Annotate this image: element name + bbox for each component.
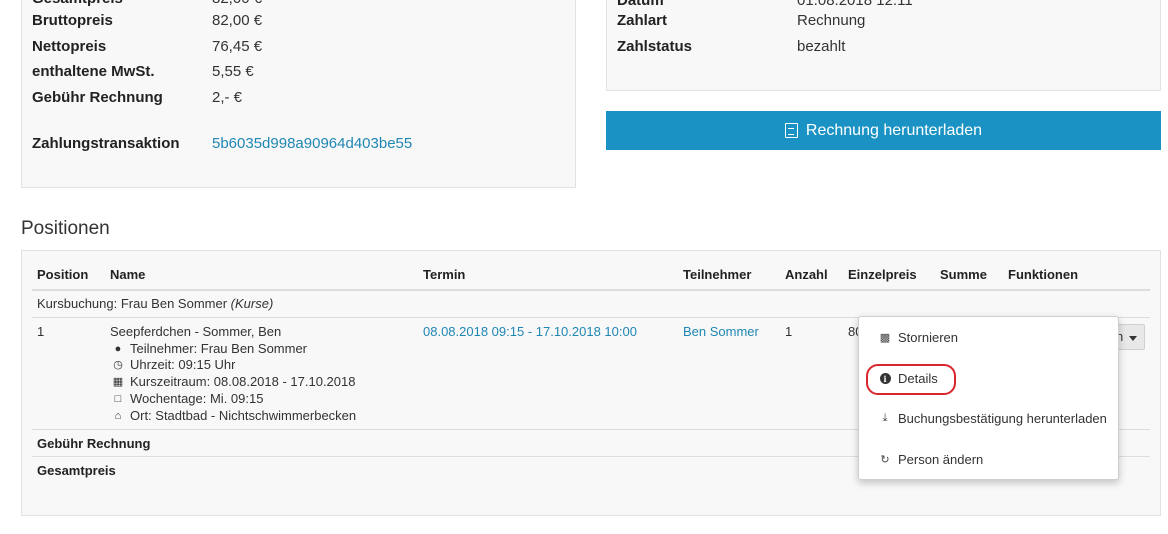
detail-text: Ort: Stadtbad - Nichtschwimmerbecken <box>130 408 357 423</box>
summary-value: 2,- € <box>212 89 243 106</box>
row-position: 1 <box>37 324 45 339</box>
download-invoice-label: Rechnung herunterladen <box>805 121 983 139</box>
payment-value: Rechnung <box>797 12 866 29</box>
header-divider <box>32 289 1150 291</box>
total-label: Gesamtpreis <box>37 463 116 478</box>
column-header-funktionen: Funktionen <box>1008 267 1079 282</box>
home-icon: ⌂ <box>114 409 122 422</box>
detail-weekdays: □ Wochentage: Mi. 09:15 <box>112 391 264 406</box>
column-header-teilnehmer: Teilnehmer <box>683 267 752 282</box>
summary-label: enthaltene MwSt. <box>32 63 155 80</box>
column-header-position: Position <box>37 267 89 282</box>
positions-title: Positionen <box>21 218 110 239</box>
download-icon: ⤓ <box>882 412 888 424</box>
functions-menu: ▩ Stornieren i Details ⤓ Buchungsbestäti… <box>858 316 1119 480</box>
summary-label: Nettopreis <box>32 38 107 55</box>
transaction-link[interactable]: 5b6035d998a90964d403be55 <box>212 134 412 154</box>
price-summary-panel: Gesamtpreis 82,00 € Bruttopreis 82,00 € … <box>21 0 576 188</box>
detail-text: Teilnehmer: Frau Ben Sommer <box>130 341 308 356</box>
payment-label: Zahlstatus <box>617 38 693 55</box>
payment-value: 01.08.2018 12:11 <box>797 0 913 9</box>
menu-item-change-person[interactable]: ↻ Person ändern <box>879 452 983 467</box>
summary-value: 76,45 € <box>212 38 263 55</box>
pdf-file-icon <box>784 123 798 138</box>
summary-label: Gebühr Rechnung <box>32 89 163 106</box>
group-label: Kursbuchung: Frau Ben Sommer (Kurse) <box>37 296 273 311</box>
detail-text: Wochentage: Mi. 09:15 <box>130 391 264 406</box>
detail-location: ⌂ Ort: Stadtbad - Nichtschwimmerbecken <box>112 408 356 423</box>
column-header-termin: Termin <box>423 267 466 282</box>
payment-label: Zahlart <box>617 12 668 29</box>
menu-item-label: Buchungsbestätigung herunterladen <box>898 411 1107 426</box>
clock-icon: ◷ <box>113 359 123 371</box>
summary-label: Gesamtpreis <box>32 0 123 9</box>
trash-icon: ▩ <box>879 332 891 344</box>
column-header-summe: Summe <box>940 267 987 282</box>
calendar-icon: ▦ <box>112 376 124 388</box>
fee-label: Gebühr Rechnung <box>37 436 151 451</box>
row-participant-link[interactable]: Ben Sommer <box>683 324 759 339</box>
group-label-suffix: (Kurse) <box>230 296 274 311</box>
row-name: Seepferdchen - Sommer, Ben <box>110 324 282 339</box>
caret-down-icon <box>1129 336 1137 341</box>
summary-value: 82,00 € <box>212 0 262 9</box>
row-quantity: 1 <box>785 324 793 339</box>
payment-value: bezahlt <box>797 38 846 55</box>
transaction-label: Zahlungstransaktion <box>32 135 180 152</box>
download-invoice-button[interactable]: Rechnung herunterladen <box>606 111 1161 150</box>
detail-period: ▦ Kurszeitraum: 08.08.2018 - 17.10.2018 <box>112 374 356 389</box>
row-termin-link[interactable]: 08.08.2018 09:15 - 17.10.2018 10:00 <box>423 324 637 339</box>
summary-label: Bruttopreis <box>32 12 113 29</box>
menu-item-download-confirmation[interactable]: ⤓ Buchungsbestätigung herunterladen <box>879 411 1107 426</box>
summary-value: 82,00 € <box>212 12 263 29</box>
column-header-name: Name <box>110 267 146 282</box>
detail-time: ◷ Uhrzeit: 09:15 Uhr <box>112 357 236 372</box>
menu-item-label: Stornieren <box>898 330 958 345</box>
payment-label: Datum <box>617 0 664 9</box>
column-header-einzelpreis: Einzelpreis <box>848 267 917 282</box>
menu-item-label: Person ändern <box>898 452 984 467</box>
column-header-anzahl: Anzahl <box>785 267 828 282</box>
detail-text: Uhrzeit: 09:15 Uhr <box>130 357 236 372</box>
detail-text: Kurszeitraum: 08.08.2018 - 17.10.2018 <box>130 374 356 389</box>
detail-participant: ● Teilnehmer: Frau Ben Sommer <box>112 341 307 356</box>
menu-item-stornieren[interactable]: ▩ Stornieren <box>879 330 958 345</box>
summary-value: 5,55 € <box>212 63 254 80</box>
refresh-icon: ↻ <box>880 454 890 466</box>
user-icon: ● <box>114 342 122 355</box>
payment-panel: Datum 01.08.2018 12:11 Zahlart Rechnung … <box>606 0 1161 91</box>
details-highlight-ring <box>866 364 956 395</box>
calendar-empty-icon: □ <box>114 392 122 405</box>
group-label-text: Kursbuchung: Frau Ben Sommer <box>37 296 228 311</box>
